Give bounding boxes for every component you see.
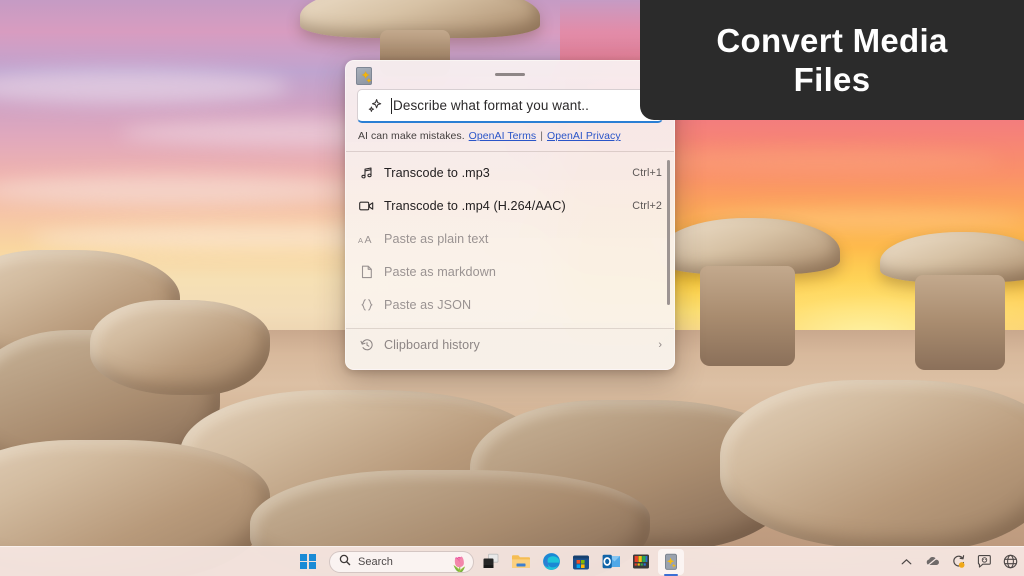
microsoft-store-icon[interactable] <box>568 549 594 575</box>
title-overlay-banner: Convert Media Files <box>640 0 1024 120</box>
document-icon <box>358 265 375 279</box>
wallpaper-rock <box>915 275 1005 370</box>
braces-icon <box>358 298 375 312</box>
flower-decoration-icon: 🌷 <box>450 556 469 573</box>
system-tray <box>899 554 1018 569</box>
link-separator: | <box>540 130 543 142</box>
flyout-header: ✦ ✦ <box>346 61 674 89</box>
svg-text:A: A <box>358 236 363 245</box>
window-drag-handle[interactable] <box>495 73 525 76</box>
prompt-input-box[interactable]: Describe what format you want.. <box>357 89 663 123</box>
file-explorer-icon[interactable] <box>508 549 534 575</box>
search-input[interactable]: Search 🌷 <box>329 550 474 573</box>
network-globe-icon[interactable] <box>1003 554 1018 569</box>
menu-item-label: Paste as JSON <box>384 297 472 312</box>
windows-taskbar: Search 🌷 <box>0 546 1024 576</box>
wallpaper-rock <box>700 266 795 366</box>
openai-terms-link[interactable]: OpenAI Terms <box>469 130 537 142</box>
menu-item-transcode-mp4[interactable]: Transcode to .mp4 (H.264/AAC) Ctrl+2 <box>346 189 674 222</box>
taskbar-center-group: Search 🌷 <box>295 548 684 575</box>
wallpaper-cloud <box>640 150 1000 172</box>
svg-text:A: A <box>365 234 372 245</box>
disclaimer-text: AI can make mistakes. <box>358 130 465 142</box>
search-icon <box>339 553 351 571</box>
task-view-icon[interactable] <box>478 549 504 575</box>
chevron-right-icon: › <box>658 338 662 351</box>
update-refresh-icon[interactable] <box>951 554 966 569</box>
video-camera-icon <box>358 200 375 212</box>
menu-item-label: Clipboard history <box>384 337 480 352</box>
wallpaper-rock <box>90 300 270 395</box>
menu-item-transcode-mp3[interactable]: Transcode to .mp3 Ctrl+1 <box>346 156 674 189</box>
outlook-icon[interactable] <box>598 549 624 575</box>
wallpaper-rock <box>720 380 1024 550</box>
windows-logo-icon <box>300 553 316 570</box>
ai-sparkle-icon <box>367 98 383 114</box>
prompt-placeholder: Describe what format you want.. <box>393 98 589 113</box>
music-note-icon <box>358 166 375 180</box>
search-placeholder: Search <box>358 555 393 568</box>
title-line-1: Convert Media <box>716 22 948 59</box>
ai-paste-flyout-panel: ✦ ✦ Describe what format you want.. AI c… <box>345 60 675 370</box>
action-menu-list: Transcode to .mp3 Ctrl+1 Transcode to .m… <box>346 152 674 360</box>
ai-sparkle-app-icon[interactable] <box>658 548 684 575</box>
edge-browser-icon[interactable] <box>538 549 564 575</box>
ai-disclaimer: AI can make mistakes. OpenAI Terms | Ope… <box>346 123 674 151</box>
menu-item-label: Paste as markdown <box>384 264 496 279</box>
menu-item-paste-plain-text[interactable]: A A Paste as plain text <box>346 222 674 255</box>
openai-privacy-link[interactable]: OpenAI Privacy <box>547 130 621 142</box>
font-size-icon: A A <box>358 233 375 245</box>
menu-item-label: Transcode to .mp4 (H.264/AAC) <box>384 198 566 213</box>
show-hidden-icons-chevron[interactable] <box>899 554 914 569</box>
menu-item-clipboard-history[interactable]: Clipboard history › <box>346 329 674 360</box>
chat-icon[interactable] <box>977 554 992 569</box>
sparkle-glyph-small: ✦ <box>366 78 372 85</box>
start-button[interactable] <box>295 550 321 574</box>
menu-item-label: Paste as plain text <box>384 231 489 246</box>
color-palette-app-icon[interactable] <box>628 549 654 575</box>
menu-item-label: Transcode to .mp3 <box>384 165 490 180</box>
text-cursor <box>391 97 392 114</box>
history-clock-icon <box>358 338 375 352</box>
ai-sparkle-app-icon: ✦ ✦ <box>356 67 372 85</box>
cloud-sync-icon[interactable] <box>925 554 940 569</box>
menu-item-accelerator: Ctrl+2 <box>632 199 662 212</box>
prompt-area: Describe what format you want.. <box>346 89 674 123</box>
menu-item-paste-markdown[interactable]: Paste as markdown <box>346 255 674 288</box>
title-line-2: Files <box>793 61 871 98</box>
menu-item-accelerator: Ctrl+1 <box>632 166 662 179</box>
menu-item-paste-json[interactable]: Paste as JSON <box>346 288 674 321</box>
